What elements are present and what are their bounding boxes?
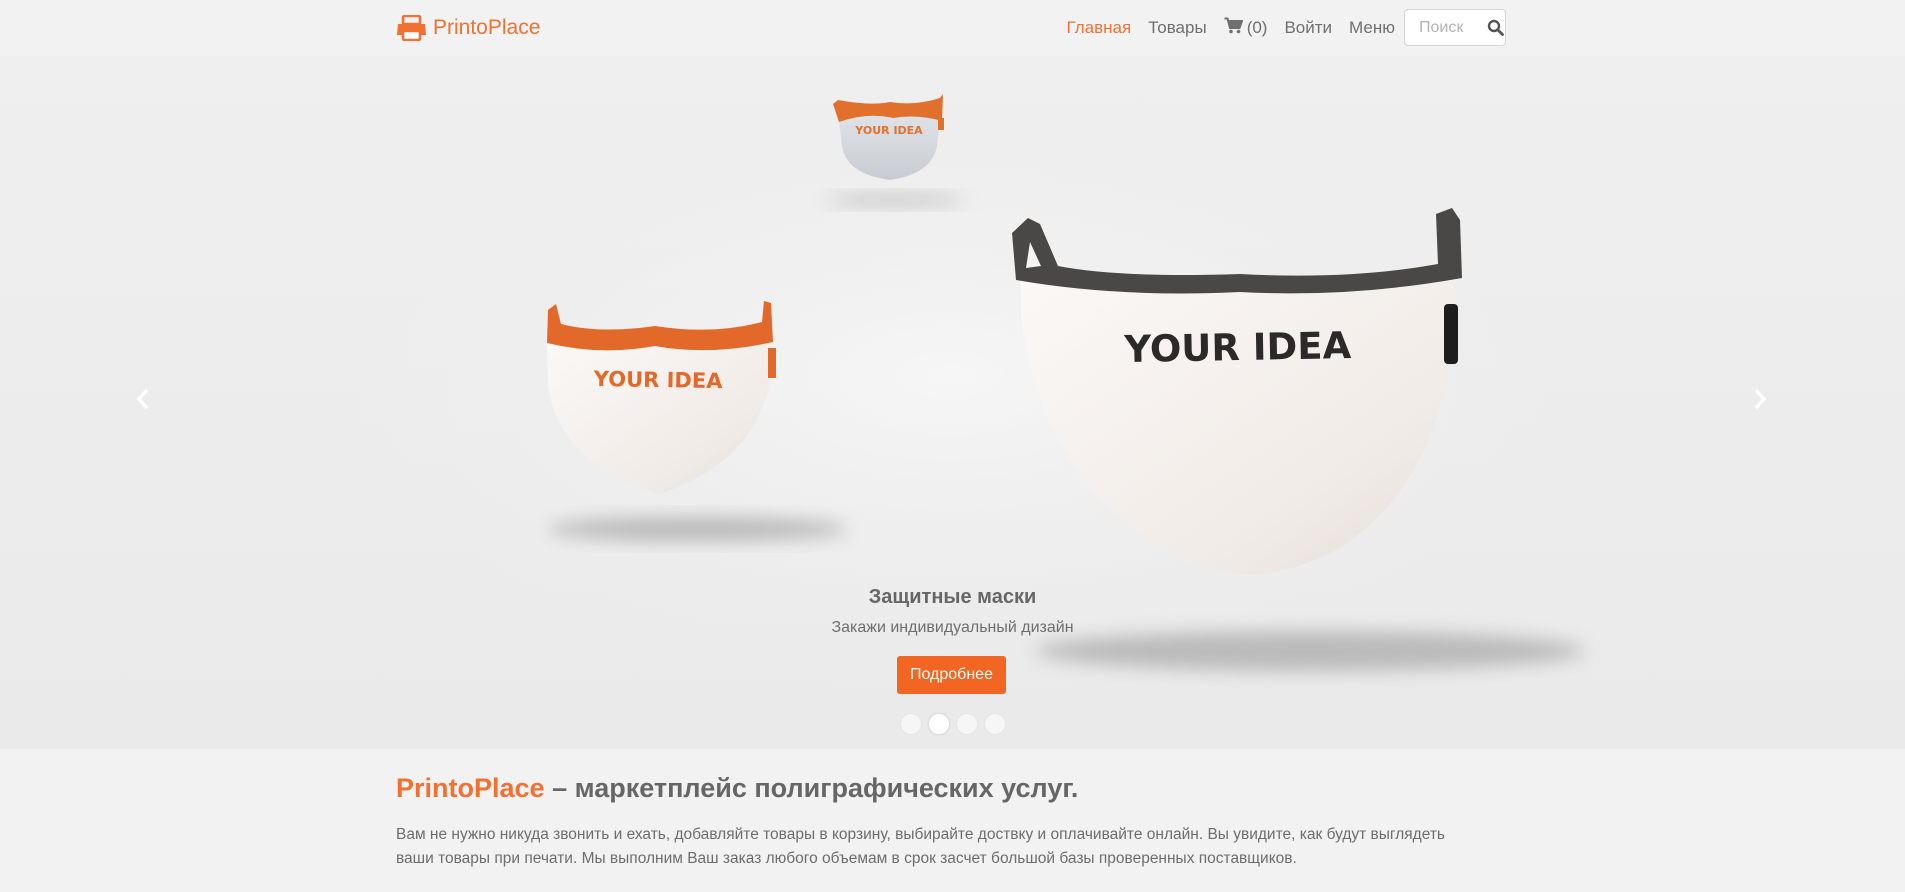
mask-print-medium: YOUR IDEA [593,367,724,393]
carousel-indicators [0,714,1905,734]
carousel-dot-3[interactable] [956,714,977,734]
more-button[interactable]: Подробнее [897,656,1006,694]
slide-subtitle: Закажи индивидуальный дизайн [831,619,1074,636]
search-icon[interactable] [1487,19,1504,36]
mask-print-small: YOUR IDEA [854,124,923,137]
nav-menu[interactable]: Меню [1349,18,1395,38]
search-box [1404,9,1506,46]
hero-carousel: YOUR IDEA YOUR IDEA YOUR IDEA Защитные м… [0,56,1905,749]
intro-brand: PrintoPlace [396,773,545,803]
slide-image: YOUR IDEA YOUR IDEA YOUR IDEA [250,56,1650,696]
carousel-next-button[interactable] [1745,386,1775,416]
intro-heading: PrintoPlace – маркетплейс полиграфически… [396,773,1078,804]
intro-text: Вам не нужно никуда звонить и ехать, доб… [396,826,1445,867]
nav-home[interactable]: Главная [1066,18,1131,38]
printer-icon [396,15,427,41]
search-input[interactable] [1417,17,1481,38]
cart-count: (0) [1246,18,1268,37]
main-nav: Главная Товары (0) Войти Меню [1066,0,1395,56]
brand-logo[interactable]: PrintoPlace [396,13,540,43]
intro-heading-text: – маркетплейс полиграфических услуг. [544,773,1079,803]
carousel-dot-4[interactable] [984,714,1005,734]
carousel-prev-button[interactable] [128,386,158,416]
carousel-dot-1[interactable] [900,714,921,734]
carousel-dot-2[interactable] [928,714,949,734]
brand-name[interactable]: PrintoPlace [433,16,540,40]
shopping-cart-icon [1224,17,1244,39]
nav-products[interactable]: Товары [1148,18,1206,38]
mask-print-large: YOUR IDEA [1123,324,1352,371]
chevron-right-icon [1753,388,1767,415]
navbar: PrintoPlace Главная Товары (0) Войти Мен… [0,0,1905,56]
chevron-left-icon [136,388,150,415]
slide-title: Защитные маски [868,586,1037,608]
nav-cart[interactable]: (0) [1224,17,1268,39]
nav-login[interactable]: Войти [1284,18,1332,38]
